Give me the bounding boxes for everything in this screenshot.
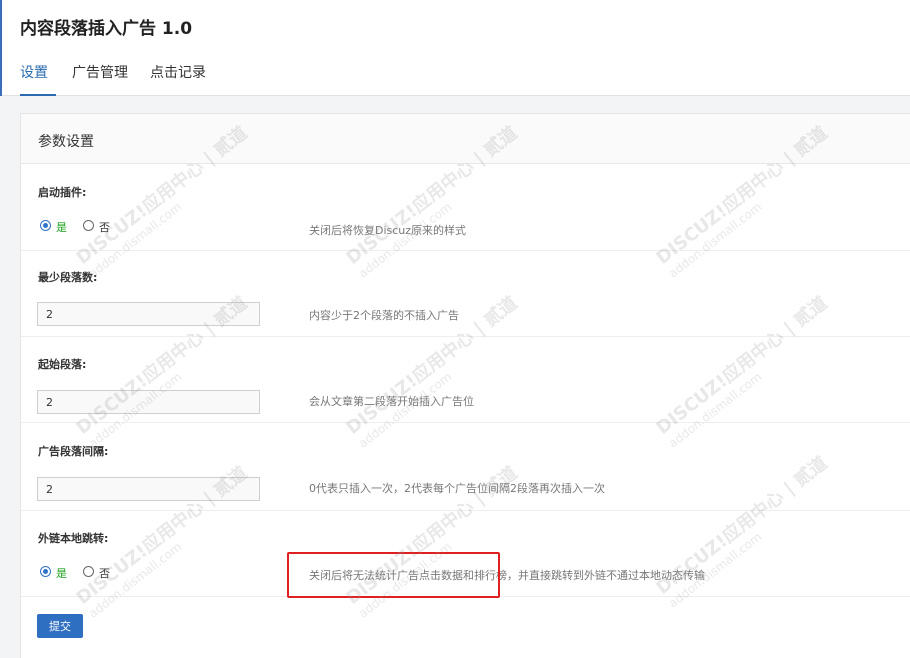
external-redirect-no-label[interactable]: 否 xyxy=(99,565,110,581)
enable-plugin-yes-radio[interactable] xyxy=(40,220,51,231)
setting-row-ad-interval: 广告段落间隔: 0代表只插入一次，2代表每个广告位间隔2段落再次插入一次 xyxy=(21,423,910,511)
panel-header: 参数设置 xyxy=(21,114,910,164)
tab-settings[interactable]: 设置 xyxy=(20,62,56,96)
enable-plugin-no-label[interactable]: 否 xyxy=(99,219,110,235)
submit-button[interactable]: 提交 xyxy=(37,614,83,638)
start-paragraph-hint: 会从文章第二段落开始插入广告位 xyxy=(309,395,474,408)
settings-panel: 参数设置 启动插件: 是 否 关闭后将恢复Discuz原来的样式 最少段落数: … xyxy=(20,113,910,658)
min-paragraphs-label: 最少段落数: xyxy=(38,271,98,284)
enable-plugin-hint: 关闭后将恢复Discuz原来的样式 xyxy=(309,224,467,237)
setting-row-enable-plugin: 启动插件: 是 否 关闭后将恢复Discuz原来的样式 xyxy=(21,165,910,251)
min-paragraphs-hint: 内容少于2个段落的不插入广告 xyxy=(309,309,459,322)
external-redirect-yes-label[interactable]: 是 xyxy=(56,565,67,581)
tab-ad-management[interactable]: 广告管理 xyxy=(72,62,128,96)
external-redirect-no-radio[interactable] xyxy=(83,566,94,577)
enable-plugin-yes-label[interactable]: 是 xyxy=(56,219,67,235)
setting-row-start-paragraph: 起始段落: 会从文章第二段落开始插入广告位 xyxy=(21,337,910,423)
enable-plugin-label: 启动插件: xyxy=(38,186,87,199)
tab-click-records[interactable]: 点击记录 xyxy=(150,62,206,96)
page-title: 内容段落插入广告 1.0 xyxy=(20,19,193,39)
external-redirect-label: 外链本地跳转: xyxy=(38,532,109,545)
enable-plugin-no-radio[interactable] xyxy=(83,220,94,231)
panel-title: 参数设置 xyxy=(38,134,94,150)
start-paragraph-input[interactable] xyxy=(37,390,260,414)
page-header: 内容段落插入广告 1.0 设置 广告管理 点击记录 xyxy=(0,0,910,96)
setting-row-min-paragraphs: 最少段落数: 内容少于2个段落的不插入广告 xyxy=(21,251,910,337)
ad-interval-input[interactable] xyxy=(37,477,260,501)
ad-interval-label: 广告段落间隔: xyxy=(38,445,109,458)
ad-interval-hint: 0代表只插入一次，2代表每个广告位间隔2段落再次插入一次 xyxy=(309,482,605,495)
external-redirect-yes-radio[interactable] xyxy=(40,566,51,577)
min-paragraphs-input[interactable] xyxy=(37,302,260,326)
highlight-annotation-box xyxy=(287,552,500,598)
header-accent-bar xyxy=(0,0,2,96)
start-paragraph-label: 起始段落: xyxy=(38,358,87,371)
